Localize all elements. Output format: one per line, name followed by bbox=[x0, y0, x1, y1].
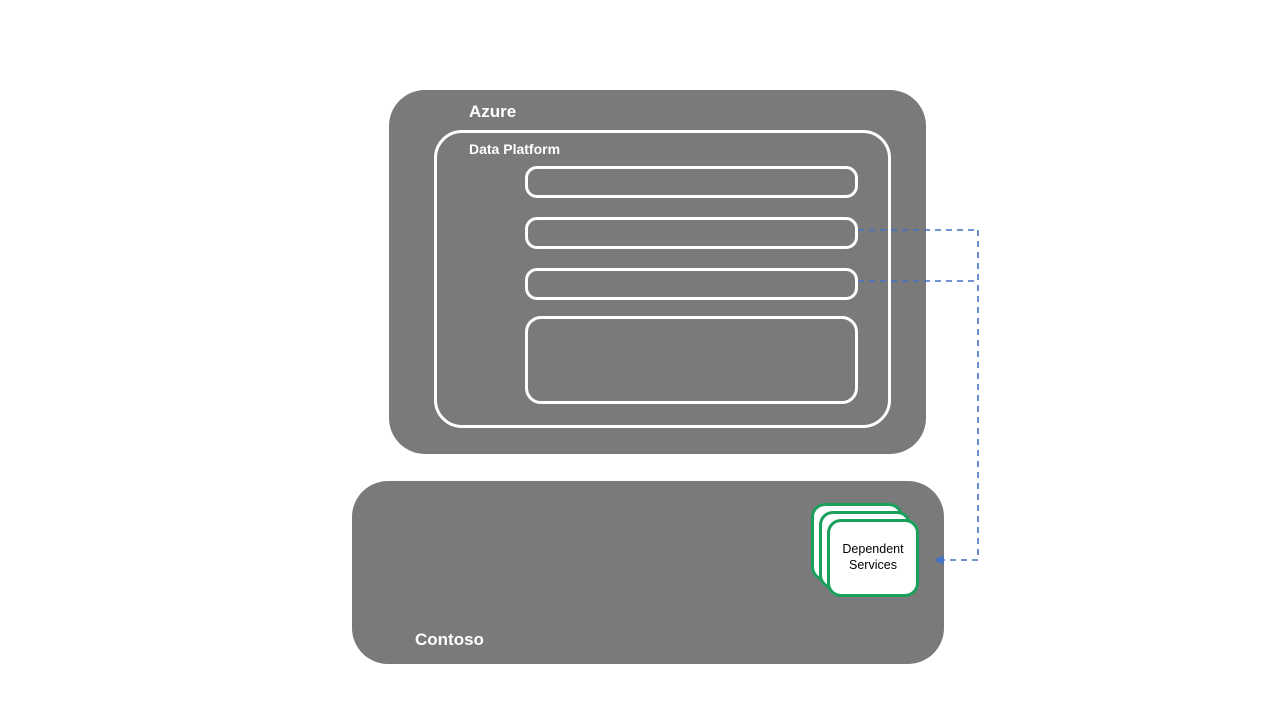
dependent-services-card-front: Dependent Services bbox=[827, 519, 919, 597]
data-platform-title: Data Platform bbox=[469, 141, 560, 157]
azure-title: Azure bbox=[469, 102, 516, 122]
platform-slot-large bbox=[525, 316, 858, 404]
platform-slot-2 bbox=[525, 217, 858, 249]
dependent-services-label-line1: Dependent bbox=[842, 542, 903, 556]
dependent-services-label-line2: Services bbox=[849, 558, 897, 572]
data-platform-box: Data Platform bbox=[434, 130, 891, 428]
platform-slot-3 bbox=[525, 268, 858, 300]
contoso-title: Contoso bbox=[415, 630, 484, 650]
dependent-services-label: Dependent Services bbox=[842, 542, 903, 573]
contoso-container: Contoso Dependent Services bbox=[352, 481, 944, 664]
platform-slot-1 bbox=[525, 166, 858, 198]
dependent-services-stack: Dependent Services bbox=[811, 503, 923, 598]
azure-container: Azure Data Platform bbox=[389, 90, 926, 454]
